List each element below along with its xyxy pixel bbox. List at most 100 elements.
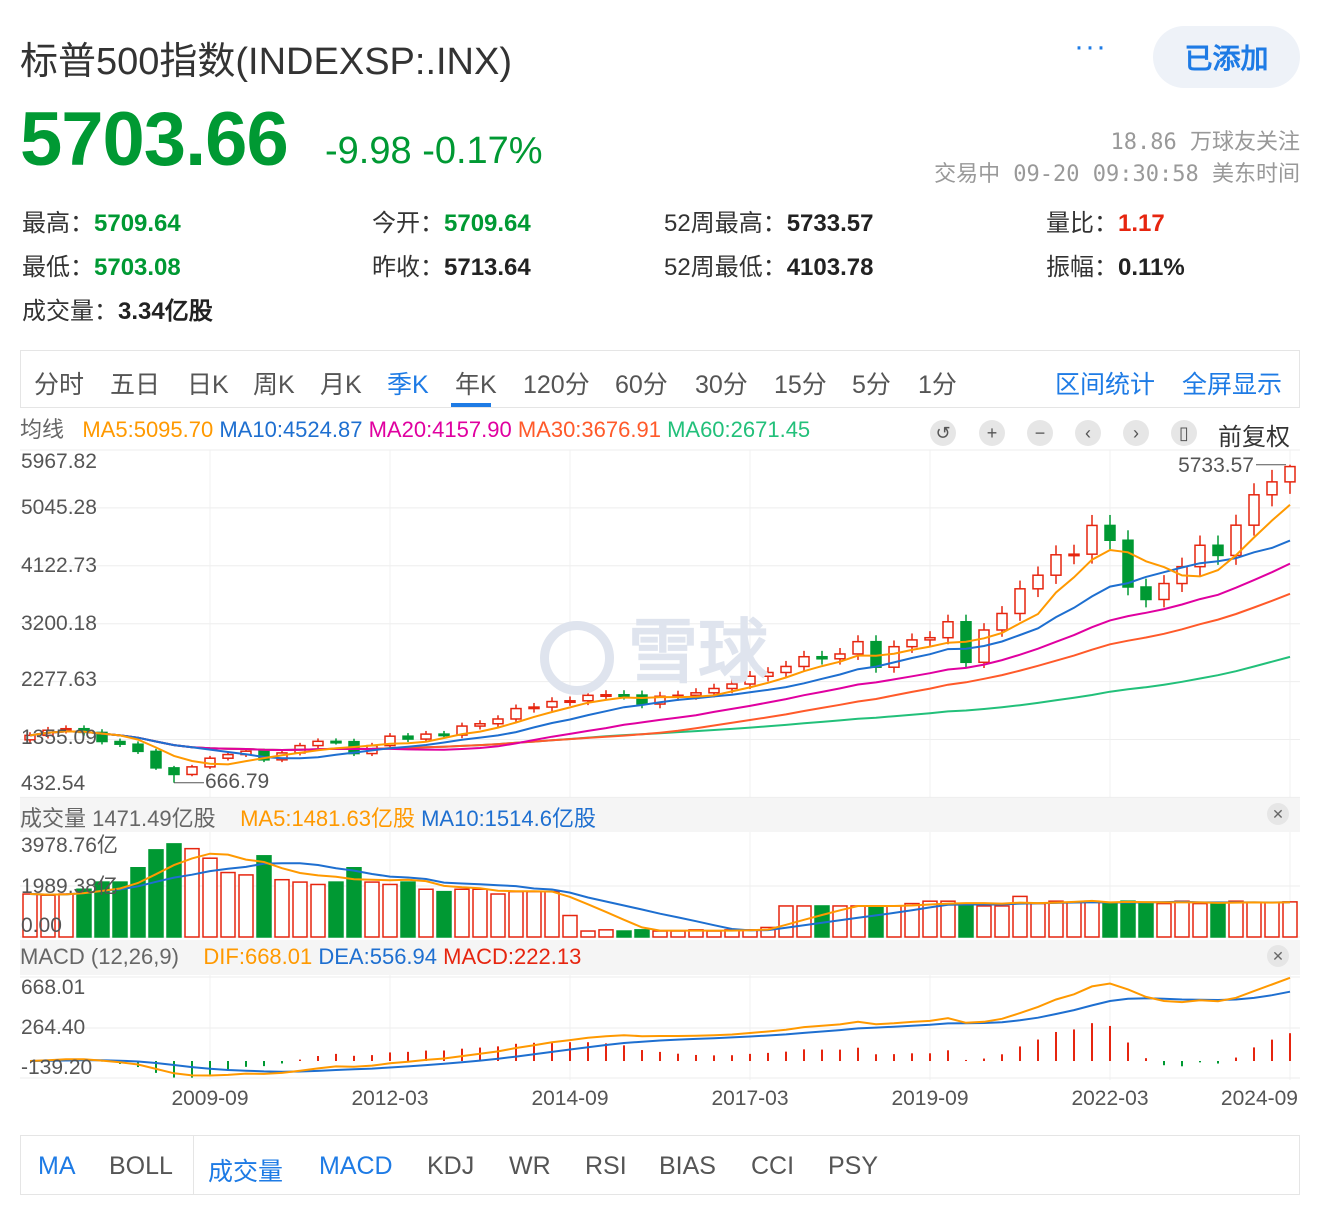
volume-bar [1138,901,1154,938]
candle-down [132,743,144,753]
candle-up [780,665,792,674]
volume-bar [1102,902,1118,938]
indicator-tab[interactable]: MA [38,1152,76,1181]
volume-bar [706,930,722,938]
candle-down [150,750,162,769]
volume-bar [976,905,992,938]
indicator-tab[interactable]: RSI [585,1152,627,1181]
candle-down [618,694,630,698]
volume-bar [238,874,254,938]
candle-up [1086,524,1098,555]
volume-bar [1156,902,1172,938]
kline-chart[interactable]: 5967.82 5045.28 4122.73 3200.18 2277.63 1355.… [0,0,1340,1130]
volume-bar [256,855,272,938]
indicator-tab[interactable]: BIAS [659,1152,716,1181]
high-annotation: 5733.57 [1178,454,1254,477]
volume-bar [1030,902,1046,938]
volume-bar [958,902,974,938]
price-axis-label: 1355.09 [21,726,97,749]
candle-up [492,718,504,725]
candle-up [546,700,558,708]
volume-bar [1084,900,1100,938]
candle-up [996,612,1008,631]
volume-axis-label: 1989.38亿 [21,875,118,898]
volume-bar [1282,901,1298,938]
volume-axis-label: 0.00 [21,914,62,937]
volume-ma10-line [29,862,1291,932]
volume-bar [1048,900,1064,938]
candle-up [186,766,198,776]
candle-up [1248,494,1260,526]
volume-bar [1192,902,1208,938]
ma30-line [29,592,1291,752]
candle-up [852,640,864,655]
x-axis-label: 2024-09 [1221,1087,1298,1110]
volume-bar [580,930,596,938]
candle-up [834,653,846,660]
candle-up [942,621,954,639]
volume-bar [310,883,326,938]
macd-axis-label: 668.01 [21,976,85,999]
volume-bar [418,888,434,938]
indicator-tabs: MA BOLL 成交量 MACD KDJ WR RSI BIAS CCI PSY [20,1135,1300,1195]
candle-down [114,740,126,745]
candle-down [438,733,450,737]
candle-up [708,687,720,694]
price-axis-label: 5045.28 [21,496,97,519]
indicator-tab[interactable]: CCI [751,1152,794,1181]
volume-bar [1246,901,1262,938]
volume-bar [364,881,380,938]
candle-up [528,706,540,710]
price-axis-label: 432.54 [21,772,86,795]
candle-down [402,735,414,740]
candle-up [924,636,936,641]
candle-up [1266,481,1278,496]
volume-bar [130,867,146,938]
low-annotation: 666.79 [205,770,269,793]
volume-bar [454,888,470,938]
volume-bar [436,890,452,938]
volume-bar [886,905,902,938]
ma10-line [29,539,1291,760]
volume-bar [328,881,344,938]
candle-up [798,655,810,668]
volume-bar [616,930,632,938]
volume-bar [634,929,650,938]
indicator-tab[interactable]: MACD [319,1152,393,1181]
candle-down [1140,586,1152,601]
volume-bar [652,930,668,938]
tab-divider [193,1136,194,1194]
price-axis-label: 5967.82 [21,450,97,473]
volume-bar [274,878,290,938]
indicator-tab[interactable]: WR [509,1152,551,1181]
macd-axis-label: 264.40 [21,1016,85,1039]
candle-up [1068,553,1080,557]
candle-down [1212,544,1224,557]
x-axis-label: 2022-03 [1071,1087,1148,1110]
candle-up [600,694,612,698]
volume-bar [994,905,1010,938]
candle-up [1014,588,1026,615]
x-axis-label: 2012-03 [351,1087,428,1110]
volume-axis-label: 3978.76亿 [21,834,118,857]
macd-axis-label: -139.20 [21,1056,92,1079]
ma5-line [29,504,1291,766]
indicator-tab[interactable]: KDJ [427,1152,474,1181]
candle-up [510,707,522,720]
candle-up [906,639,918,648]
candle-up [726,683,738,690]
volume-bar [472,888,488,938]
volume-bar [778,905,794,938]
volume-bar [166,843,182,938]
volume-bar [490,893,506,938]
indicator-tab[interactable]: PSY [828,1152,878,1181]
candle-up [582,694,594,702]
candle-up [222,753,234,759]
candle-up [420,733,432,740]
indicator-tab[interactable]: 成交量 [208,1152,283,1188]
x-axis-label: 2019-09 [891,1087,968,1110]
volume-bar [868,905,884,938]
indicator-tab[interactable]: BOLL [109,1152,173,1181]
volume-bar [400,881,416,938]
candle-up [1032,574,1044,590]
